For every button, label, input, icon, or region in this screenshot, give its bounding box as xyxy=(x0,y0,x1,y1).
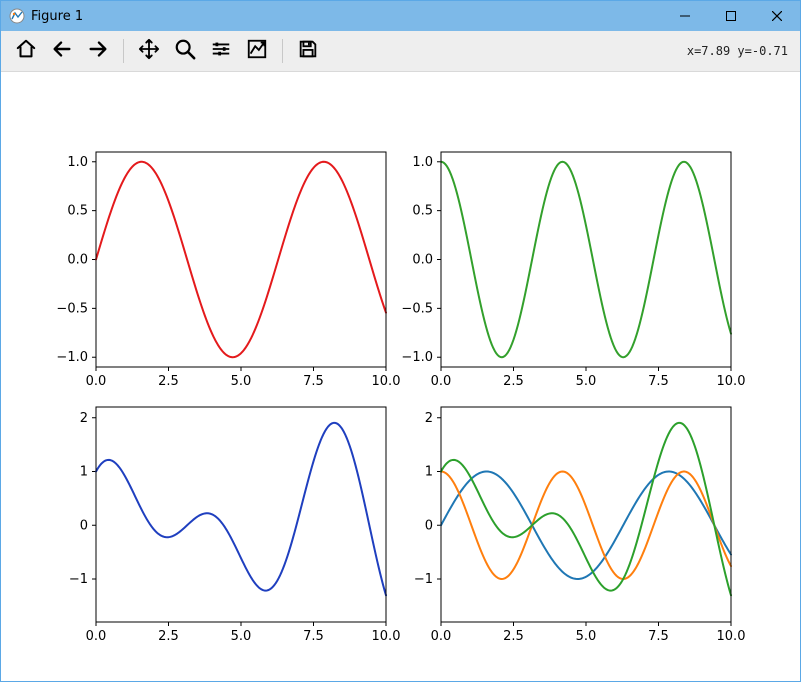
xtick-label: 10.0 xyxy=(372,374,401,389)
axes-button[interactable] xyxy=(240,34,274,68)
app-window: Figure 1 xyxy=(0,0,801,682)
axes-1: 0.0 2.5 5.0 7.5 10.0 −1.0 −0.5 0.0 0.5 1.0 xyxy=(401,152,745,389)
save-button[interactable] xyxy=(291,34,325,68)
sliders-icon xyxy=(210,38,232,64)
ytick-label: 0 xyxy=(80,518,88,533)
ytick-label: 0.0 xyxy=(67,253,88,268)
move-icon xyxy=(138,38,160,64)
plot-svg: 0.02.55.07.510.0−1.0−0.50.00.51.00.02.55… xyxy=(1,72,800,681)
ytick-label: 1 xyxy=(80,465,88,480)
ytick-label: 0.5 xyxy=(412,204,433,219)
zoom-button[interactable] xyxy=(168,34,202,68)
arrow-right-icon xyxy=(87,38,109,64)
chart-line-icon xyxy=(246,38,268,64)
close-button[interactable] xyxy=(754,1,800,31)
xtick-label: 2.5 xyxy=(158,374,179,389)
xtick-label: 7.5 xyxy=(303,629,324,644)
ytick-label: 1 xyxy=(425,465,433,480)
xtick-label: 5.0 xyxy=(231,629,252,644)
xtick-label: 5.0 xyxy=(231,374,252,389)
ytick-label: −1 xyxy=(414,572,433,587)
xtick-label: 5.0 xyxy=(576,374,597,389)
series-line xyxy=(96,162,386,357)
xtick-label: 2.5 xyxy=(158,629,179,644)
home-icon xyxy=(15,38,37,64)
series-line xyxy=(441,472,731,580)
xtick-label: 7.5 xyxy=(303,374,324,389)
back-button[interactable] xyxy=(45,34,79,68)
window-title: Figure 1 xyxy=(31,9,83,24)
pan-button[interactable] xyxy=(132,34,166,68)
xtick-label: 0.0 xyxy=(431,374,452,389)
minimize-button[interactable] xyxy=(662,1,708,31)
series-line xyxy=(441,162,731,357)
ytick-label: −0.5 xyxy=(56,301,88,316)
ytick-label: 0.5 xyxy=(67,204,88,219)
toolbar: x=7.89 y=-0.71 xyxy=(1,31,800,72)
ytick-label: 2 xyxy=(80,411,88,426)
xtick-label: 10.0 xyxy=(372,629,401,644)
save-icon xyxy=(297,38,319,64)
ytick-label: −1.0 xyxy=(401,350,433,365)
titlebar: Figure 1 xyxy=(1,1,800,31)
cursor-coords: x=7.89 y=-0.71 xyxy=(687,44,792,58)
xtick-label: 0.0 xyxy=(86,374,107,389)
xtick-label: 7.5 xyxy=(648,374,669,389)
ytick-label: 2 xyxy=(425,411,433,426)
toolbar-separator xyxy=(282,39,283,63)
subplots-button[interactable] xyxy=(204,34,238,68)
ytick-label: 0.0 xyxy=(412,253,433,268)
series-line xyxy=(96,423,386,595)
ytick-label: −0.5 xyxy=(401,301,433,316)
xtick-label: 5.0 xyxy=(576,629,597,644)
xtick-label: 10.0 xyxy=(717,629,746,644)
ytick-label: 1.0 xyxy=(412,155,433,170)
axes-2: 0.0 2.5 5.0 7.5 10.0 −1 0 1 2 xyxy=(69,407,401,644)
zoom-icon xyxy=(174,38,196,64)
app-icon xyxy=(9,8,25,24)
axes-0: 0.0 2.5 5.0 7.5 10.0 −1.0 −0.5 0.0 0.5 1.0 xyxy=(56,152,400,389)
xtick-label: 10.0 xyxy=(717,374,746,389)
ytick-label: −1 xyxy=(69,572,88,587)
figure-canvas[interactable]: 0.02.55.07.510.0−1.0−0.50.00.51.00.02.55… xyxy=(1,72,800,681)
arrow-left-icon xyxy=(51,38,73,64)
axes-3: 0.0 2.5 5.0 7.5 10.0 −1 0 1 2 xyxy=(414,407,746,644)
ytick-label: 1.0 xyxy=(67,155,88,170)
xtick-label: 0.0 xyxy=(431,629,452,644)
xtick-label: 2.5 xyxy=(503,629,524,644)
home-button[interactable] xyxy=(9,34,43,68)
xtick-label: 2.5 xyxy=(503,374,524,389)
forward-button[interactable] xyxy=(81,34,115,68)
xtick-label: 0.0 xyxy=(86,629,107,644)
ytick-label: 0 xyxy=(425,518,433,533)
maximize-button[interactable] xyxy=(708,1,754,31)
xtick-label: 7.5 xyxy=(648,629,669,644)
series-line xyxy=(441,472,731,580)
ytick-label: −1.0 xyxy=(56,350,88,365)
toolbar-separator xyxy=(123,39,124,63)
